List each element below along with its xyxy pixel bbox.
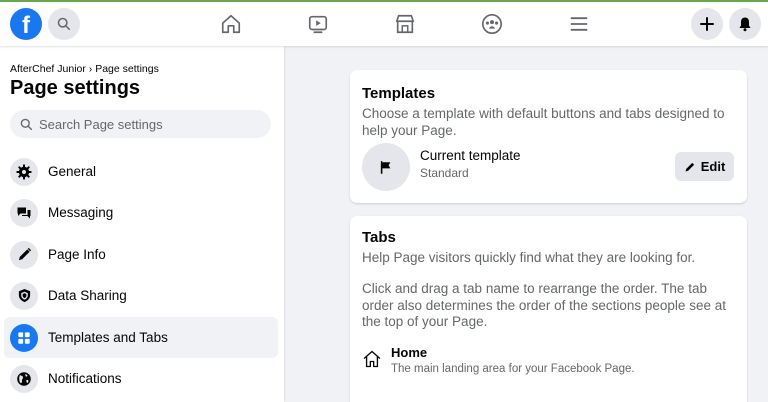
edit-button-label: Edit [700, 159, 726, 174]
current-template-label: Current template [420, 148, 521, 163]
watch-icon [308, 15, 328, 34]
sidebar-item-label: General [48, 164, 97, 179]
search-icon [57, 17, 71, 31]
sidebar-item-label: Templates and Tabs [48, 330, 168, 345]
gear-icon [10, 157, 38, 186]
sidebar-item-data-sharing[interactable]: Data Sharing [4, 275, 278, 316]
sidebar-item-page-info[interactable]: Page Info [4, 234, 278, 275]
tabs-description: Help Page visitors quickly find what the… [362, 250, 696, 265]
sidebar-item-general[interactable]: General [4, 151, 278, 192]
flag-icon [380, 160, 391, 174]
tab-home-description: The main landing area for your Facebook … [391, 363, 635, 375]
plus-icon [700, 17, 714, 31]
edit-template-button[interactable]: Edit [675, 152, 734, 181]
notifications-button[interactable] [729, 8, 761, 40]
menu-icon [570, 17, 588, 31]
current-template-value: Standard [420, 166, 469, 180]
page-title: Page settings [10, 77, 141, 99]
home-icon [363, 350, 381, 368]
pencil-icon [10, 240, 38, 269]
top-navigation-bar: f [0, 2, 768, 46]
create-button[interactable] [691, 8, 723, 40]
breadcrumb[interactable]: AfterChef Junior › Page settings [10, 63, 159, 75]
shield-icon [10, 281, 38, 310]
sidebar-item-messaging[interactable]: Messaging [4, 192, 278, 233]
home-icon [221, 14, 241, 34]
templates-title: Templates [362, 85, 436, 102]
templates-card: Templates Choose a template with default… [350, 70, 747, 203]
nav-groups[interactable] [480, 12, 504, 36]
grid-icon [10, 323, 38, 352]
settings-sidebar: AfterChef Junior › Page settings Page se… [0, 46, 284, 402]
sidebar-item-label: Page Info [48, 247, 106, 262]
pencil-icon [685, 162, 694, 171]
tabs-title: Tabs [362, 229, 396, 246]
sidebar-item-label: Data Sharing [48, 288, 127, 303]
search-button[interactable] [48, 8, 80, 40]
nav-marketplace[interactable] [393, 12, 417, 36]
nav-menu[interactable] [567, 12, 591, 36]
bell-icon [739, 17, 751, 32]
facebook-logo-letter: f [22, 12, 30, 39]
tabs-instructions: Click and drag a tab name to rearrange t… [362, 281, 726, 329]
sidebar-item-label: Messaging [48, 205, 114, 220]
nav-watch[interactable] [306, 12, 330, 36]
sidebar-item-templates-and-tabs[interactable]: Templates and Tabs [4, 317, 278, 358]
search-input[interactable] [39, 116, 259, 132]
sidebar-item-notifications[interactable]: Notifications [4, 358, 278, 399]
settings-search[interactable] [10, 110, 271, 138]
search-icon [20, 118, 33, 130]
templates-description: Choose a template with default buttons a… [362, 106, 725, 138]
template-avatar [362, 143, 410, 191]
sidebar-item-label: Notifications [48, 371, 122, 386]
marketplace-icon [395, 14, 415, 34]
tabs-card: Tabs Help Page visitors quickly find wha… [350, 216, 747, 402]
messaging-icon [10, 198, 38, 227]
facebook-logo[interactable]: f [10, 8, 42, 40]
tab-home-name[interactable]: Home [391, 345, 427, 360]
groups-icon [482, 14, 502, 34]
nav-home[interactable] [219, 12, 243, 36]
globe-icon [10, 364, 38, 393]
